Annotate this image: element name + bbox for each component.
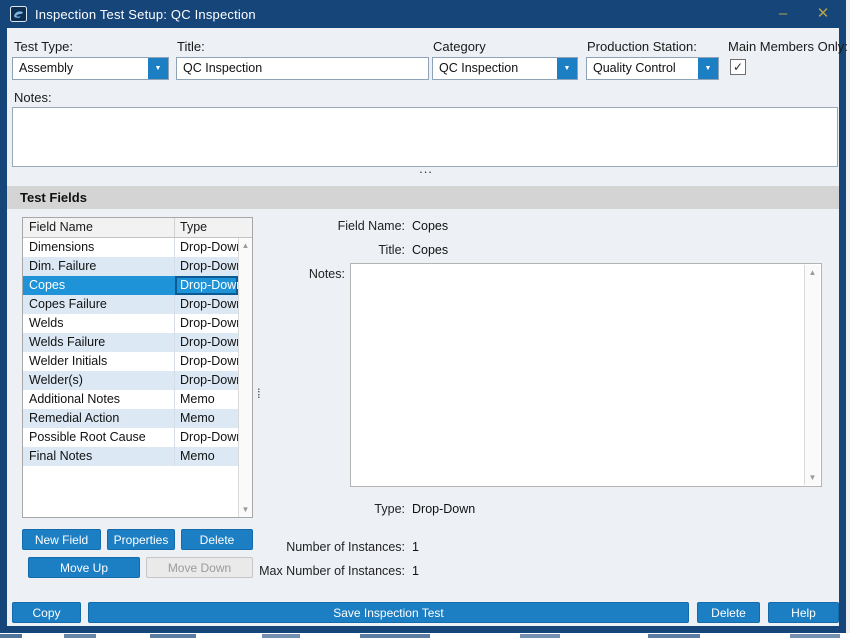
title-bar[interactable]: Inspection Test Setup: QC Inspection – ✕ [0, 0, 846, 28]
dialog-body: Test Type: Assembly ▼ Title: QC Inspecti… [7, 28, 839, 626]
chevron-down-icon[interactable]: ▼ [556, 58, 577, 79]
copy-button[interactable]: Copy [12, 602, 81, 623]
max-number-of-instances-label: Max Number of Instances: [185, 564, 405, 578]
table-row[interactable]: Additional NotesMemo [23, 390, 238, 409]
table-row[interactable]: WeldsDrop-Down [23, 314, 238, 333]
test-type-value: Assembly [13, 58, 147, 79]
category-label: Category [433, 39, 486, 54]
production-station-value: Quality Control [587, 58, 697, 79]
table-row[interactable]: Copes FailureDrop-Down [23, 295, 238, 314]
table-row[interactable]: Welds FailureDrop-Down [23, 333, 238, 352]
app-icon [10, 6, 27, 22]
close-button[interactable]: ✕ [806, 0, 840, 26]
detail-title-value: Copes [412, 243, 448, 257]
help-button[interactable]: Help [768, 602, 839, 623]
detail-field-name-value: Copes [412, 219, 448, 233]
move-up-button[interactable]: Move Up [28, 557, 140, 578]
screen: Inspection Test Setup: QC Inspection – ✕… [0, 0, 850, 639]
title-input[interactable]: QC Inspection [176, 57, 429, 80]
background-window-sliver-right [846, 0, 850, 639]
delete-button[interactable]: Delete [697, 602, 760, 623]
test-type-label: Test Type: [14, 39, 73, 54]
chevron-down-icon[interactable]: ▼ [697, 58, 718, 79]
new-field-button[interactable]: New Field [22, 529, 101, 550]
category-value: QC Inspection [433, 58, 556, 79]
production-station-label: Production Station: [587, 39, 697, 54]
test-type-dropdown[interactable]: Assembly ▼ [12, 57, 169, 80]
checkmark-icon: ✓ [733, 60, 743, 74]
main-members-only-checkbox[interactable]: ✓ [730, 59, 746, 75]
scroll-down-icon[interactable]: ▼ [809, 470, 817, 485]
category-dropdown[interactable]: QC Inspection ▼ [432, 57, 578, 80]
table-row[interactable]: Possible Root CauseDrop-Down [23, 428, 238, 447]
section-title: Test Fields [20, 190, 87, 205]
detail-type-label: Type: [185, 502, 405, 516]
detail-notes-label: Notes: [125, 267, 345, 281]
horizontal-splitter-grip[interactable]: ... [411, 166, 441, 172]
title-label: Title: [177, 39, 205, 54]
number-of-instances-value: 1 [412, 540, 419, 554]
minimize-button[interactable]: – [766, 0, 800, 26]
save-inspection-test-button[interactable]: Save Inspection Test [88, 602, 689, 623]
table-row[interactable]: Welder(s)Drop-Down [23, 371, 238, 390]
chevron-down-icon[interactable]: ▼ [147, 58, 168, 79]
notes-input[interactable] [12, 107, 838, 167]
background-window-sliver [0, 633, 850, 639]
main-members-only-label: Main Members Only: [728, 39, 848, 54]
detail-notes-scrollbar[interactable]: ▲ ▼ [804, 265, 820, 485]
detail-notes-input[interactable]: ▲ ▼ [350, 263, 822, 487]
max-number-of-instances-value: 1 [412, 564, 419, 578]
properties-button[interactable]: Properties [107, 529, 175, 550]
table-row[interactable]: Remedial ActionMemo [23, 409, 238, 428]
detail-type-value: Drop-Down [412, 502, 475, 516]
window-title: Inspection Test Setup: QC Inspection [35, 7, 256, 22]
table-row[interactable]: Welder InitialsDrop-Down [23, 352, 238, 371]
inspection-test-setup-dialog: Inspection Test Setup: QC Inspection – ✕… [0, 0, 846, 633]
detail-title-label: Title: [185, 243, 405, 257]
column-header-field-name[interactable]: Field Name [23, 218, 174, 237]
number-of-instances-label: Number of Instances: [185, 540, 405, 554]
field-list[interactable]: Field Name Type DimensionsDrop-Down Dim.… [22, 217, 253, 518]
detail-field-name-label: Field Name: [185, 219, 405, 233]
notes-label: Notes: [14, 90, 52, 105]
background-text-fragments [0, 634, 850, 638]
production-station-dropdown[interactable]: Quality Control ▼ [586, 57, 719, 80]
vertical-splitter-grip[interactable]: ⁞ [257, 388, 261, 399]
scroll-up-icon[interactable]: ▲ [809, 265, 817, 280]
test-fields-section-header: Test Fields [7, 186, 839, 209]
table-row[interactable]: Final NotesMemo [23, 447, 238, 466]
